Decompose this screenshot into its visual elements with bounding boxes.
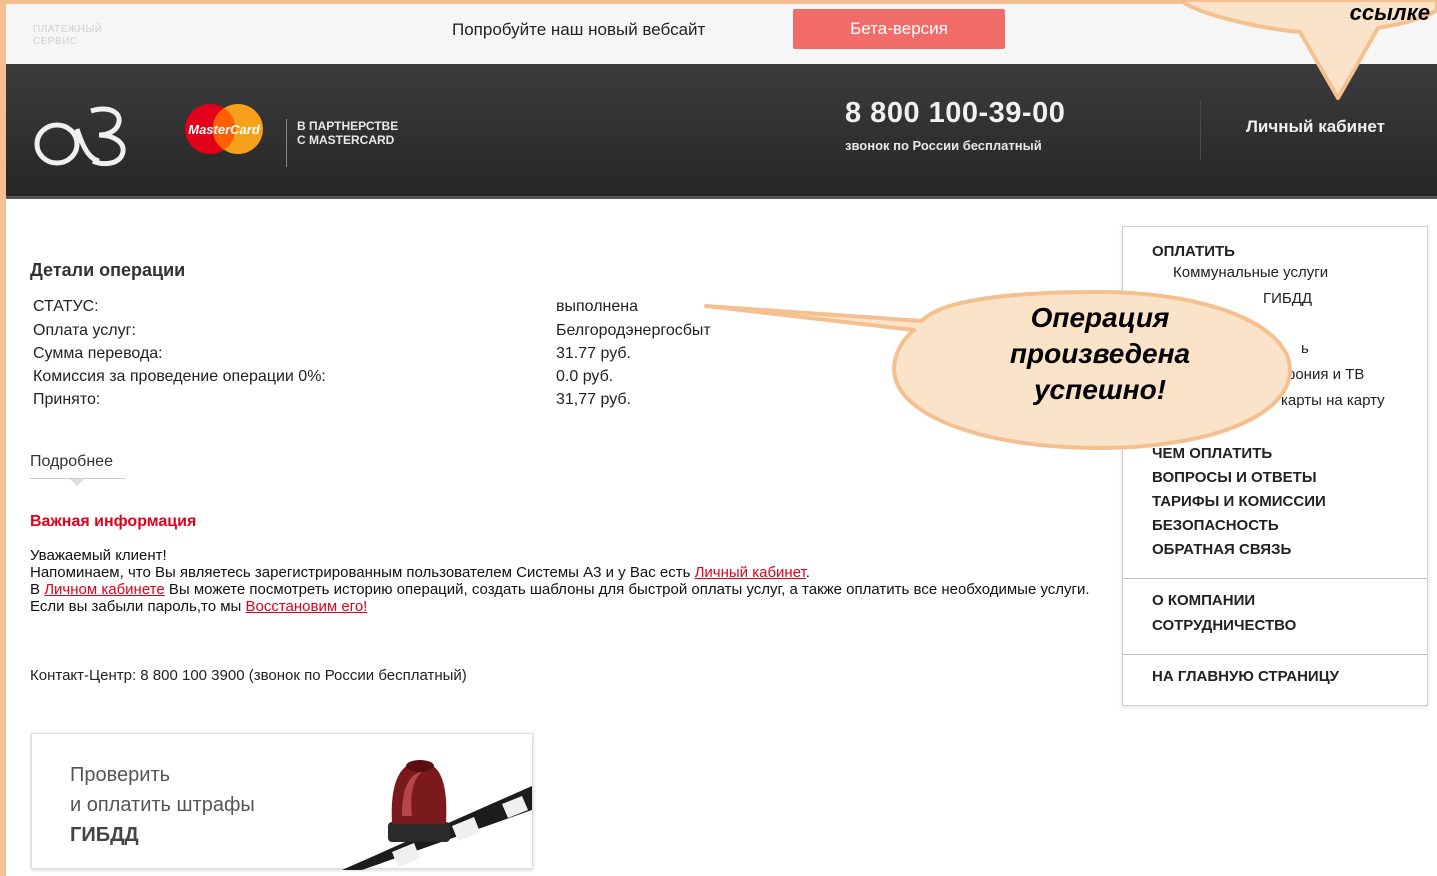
detail-label: Принято: <box>33 391 101 408</box>
callout-line2: произведена <box>1009 338 1191 369</box>
info-line2: В Личном кабинете Вы можете посмотреть и… <box>30 581 1090 598</box>
detail-label: Комиссия за проведение операции 0%: <box>33 368 326 385</box>
link-callout-text: ссылке <box>1349 0 1430 25</box>
important-info-text: Уважаемый клиент! Напоминаем, что Вы явл… <box>30 547 1090 615</box>
menu-faq[interactable]: ВОПРОСЫ И ОТВЕТЫ <box>1152 469 1317 486</box>
info-line1: Напоминаем, что Вы являетесь зарегистрир… <box>30 564 1090 581</box>
banner-line1: Проверить <box>70 764 171 786</box>
info-line1-end: . <box>805 564 810 581</box>
more-details-link[interactable]: Подробнее <box>30 453 113 471</box>
traffic-fines-banner[interactable]: Проверить и оплатить штрафы ГИБДД <box>31 733 533 870</box>
chevron-down-icon[interactable] <box>70 479 84 486</box>
info-line1-text: Напоминаем, что Вы являетесь зарегистрир… <box>30 564 695 581</box>
detail-label: Сумма перевода: <box>33 345 163 362</box>
logo-caption-line1: ПЛАТЕЖНЫЙ <box>33 24 103 35</box>
callout-line1: Операция <box>1030 302 1170 333</box>
sidebar-divider <box>1123 654 1427 655</box>
info-line3: Если вы забыли пароль,то мы Восстановим … <box>30 598 1090 615</box>
menu-telephony-tv[interactable]: фония и ТВ <box>1283 366 1364 383</box>
banner-text: Проверить и оплатить штрафы ГИБДД <box>70 760 255 850</box>
mastercard-partner-label: В ПАРТНЕРСТВЕ С MASTERCARD <box>286 119 398 167</box>
personal-cabinet-inline-link-2[interactable]: Личном кабинете <box>44 581 165 598</box>
header-divider <box>1200 100 1201 160</box>
police-siren-icon <box>342 760 532 870</box>
logo-caption: ПЛАТЕЖНЫЙ СЕРВИС <box>33 24 102 48</box>
beta-version-button[interactable]: Бета-версия <box>793 9 1005 49</box>
menu-item-partial[interactable]: ь <box>1301 340 1309 357</box>
partner-line2: С MASTERCARD <box>297 133 395 147</box>
success-callout-text: Операция произведена успешно! <box>960 300 1240 408</box>
menu-home[interactable]: НА ГЛАВНУЮ СТРАНИЦУ <box>1152 668 1339 685</box>
svg-text:MasterCard: MasterCard <box>188 122 261 137</box>
callout-line3: успешно! <box>1033 374 1167 405</box>
important-info-title: Важная информация <box>30 513 197 530</box>
info-line2-text: Вы можете посмотреть историю операций, с… <box>164 581 1090 598</box>
sidebar-divider <box>1123 578 1427 579</box>
detail-value: выполнена <box>556 298 639 315</box>
detail-value: 0.0 руб. <box>556 368 614 385</box>
contact-center-text: Контакт-Центр: 8 800 100 3900 (звонок по… <box>30 667 467 684</box>
detail-value: Белгородэнергосбыт <box>556 322 711 339</box>
banner-line2: и оплатить штрафы <box>70 794 255 816</box>
detail-value: 31.77 руб. <box>556 345 631 362</box>
menu-about[interactable]: О КОМПАНИИ <box>1152 592 1255 609</box>
detail-label: СТАТУС: <box>33 298 99 315</box>
mastercard-logo-icon: MasterCard <box>185 104 263 154</box>
menu-cooperation[interactable]: СОТРУДНИЧЕСТВО <box>1152 617 1296 634</box>
restore-password-link[interactable]: Восстановим его! <box>245 598 367 615</box>
banner-line3: ГИБДД <box>70 824 139 846</box>
operation-details-title: Детали операции <box>30 260 186 280</box>
menu-tariffs[interactable]: ТАРИФЫ И КОМИССИИ <box>1152 493 1326 510</box>
logo-caption-line2: СЕРВИС <box>33 36 78 47</box>
partner-line1: В ПАРТНЕРСТВЕ <box>297 119 399 133</box>
info-greeting: Уважаемый клиент! <box>30 547 167 564</box>
detail-value: 31,77 руб. <box>556 391 631 408</box>
menu-security[interactable]: БЕЗОПАСНОСТЬ <box>1152 517 1279 534</box>
menu-card-to-card[interactable]: карты на карту <box>1281 392 1385 409</box>
header-phone-note: звонок по России бесплатный <box>845 138 1042 153</box>
a3-logo-icon[interactable]: a3 <box>33 99 133 171</box>
info-line2-start: В <box>30 581 45 598</box>
personal-cabinet-link[interactable]: Личный кабинет <box>1246 117 1385 137</box>
beta-banner-text: Попробуйте наш новый вебсайт <box>452 20 706 39</box>
info-line3-text: Если вы забыли пароль,то мы <box>30 598 246 615</box>
menu-feedback[interactable]: ОБРАТНАЯ СВЯЗЬ <box>1152 541 1291 558</box>
detail-label: Оплата услуг: <box>33 322 136 339</box>
personal-cabinet-inline-link[interactable]: Личный кабинет <box>695 564 806 581</box>
menu-pay[interactable]: ОПЛАТИТЬ <box>1152 243 1235 260</box>
header-phone: 8 800 100-39-00 <box>845 97 1066 129</box>
